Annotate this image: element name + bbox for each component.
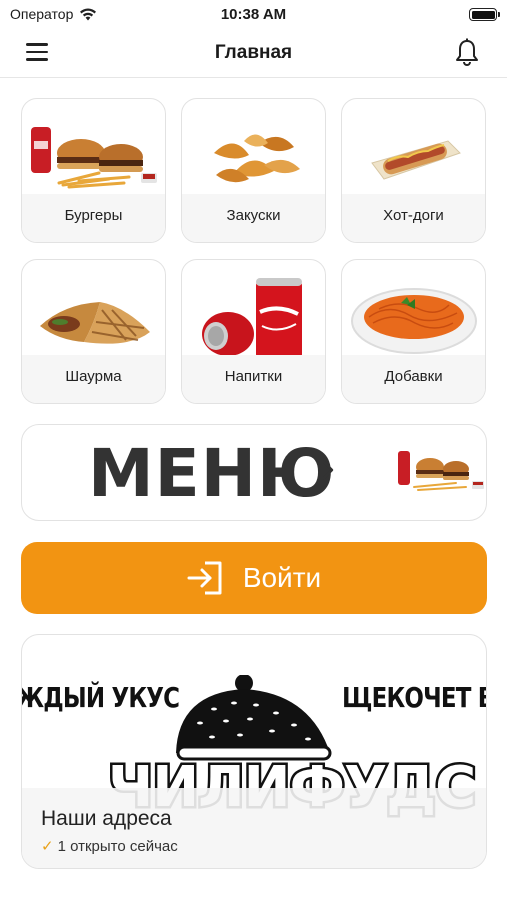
login-label: Войти <box>242 562 322 593</box>
brand-logo-bun-icon <box>176 675 332 761</box>
menu-food-image <box>398 451 484 491</box>
category-card-snacks[interactable]: Закуски <box>181 98 326 243</box>
category-label: Бургеры <box>22 194 165 242</box>
category-card-shawarma[interactable]: Шаурма <box>21 259 166 404</box>
menu-banner-title: МЕНЮ <box>88 435 336 512</box>
nav-bar: Главная <box>0 30 507 78</box>
category-label: Хот-доги <box>342 194 485 242</box>
status-bar: Оператор 10:38 AM <box>0 0 507 30</box>
status-time: 10:38 AM <box>220 6 287 23</box>
cola-cans-image <box>182 274 325 364</box>
addresses-status-text: 1 открыто сейчас <box>57 837 178 855</box>
login-button[interactable]: Войти <box>21 542 487 614</box>
addresses-status: ✓ 1 открыто сейчас <box>41 837 178 856</box>
addresses-card[interactable]: ЖДЫЙ УКУС ЩЕКОЧЕТ ВК ЧИЛИФУДС Наши адрес… <box>21 634 487 869</box>
category-card-burgers[interactable]: Бургеры <box>21 98 166 243</box>
bell-icon <box>456 38 478 66</box>
hotdog-image <box>342 113 485 203</box>
shawarma-image <box>22 274 165 364</box>
category-grid: Бургеры Закуски Хот-доги Шаурма Напитки … <box>21 98 487 404</box>
category-label: Закуски <box>182 194 325 242</box>
carrot-salad-image <box>342 274 485 364</box>
category-label: Добавки <box>342 355 485 403</box>
chevron-right-icon <box>322 460 334 480</box>
potato-wedges-image <box>182 113 325 203</box>
page-title: Главная <box>214 42 293 63</box>
category-label: Напитки <box>182 355 325 403</box>
battery-icon <box>469 8 500 21</box>
ticker-text-right: ЩЕКОЧЕТ ВК <box>342 681 486 714</box>
category-label: Шаурма <box>22 355 165 403</box>
login-icon <box>187 561 222 595</box>
category-card-hotdogs[interactable]: Хот-доги <box>341 98 486 243</box>
addresses-title: Наши адреса <box>41 807 172 830</box>
burgers-image <box>22 113 165 203</box>
check-icon: ✓ <box>41 838 54 855</box>
notifications-button[interactable] <box>453 38 481 68</box>
category-card-extras[interactable]: Добавки <box>341 259 486 404</box>
menu-banner[interactable]: МЕНЮ <box>21 424 487 521</box>
category-card-drinks[interactable]: Напитки <box>181 259 326 404</box>
